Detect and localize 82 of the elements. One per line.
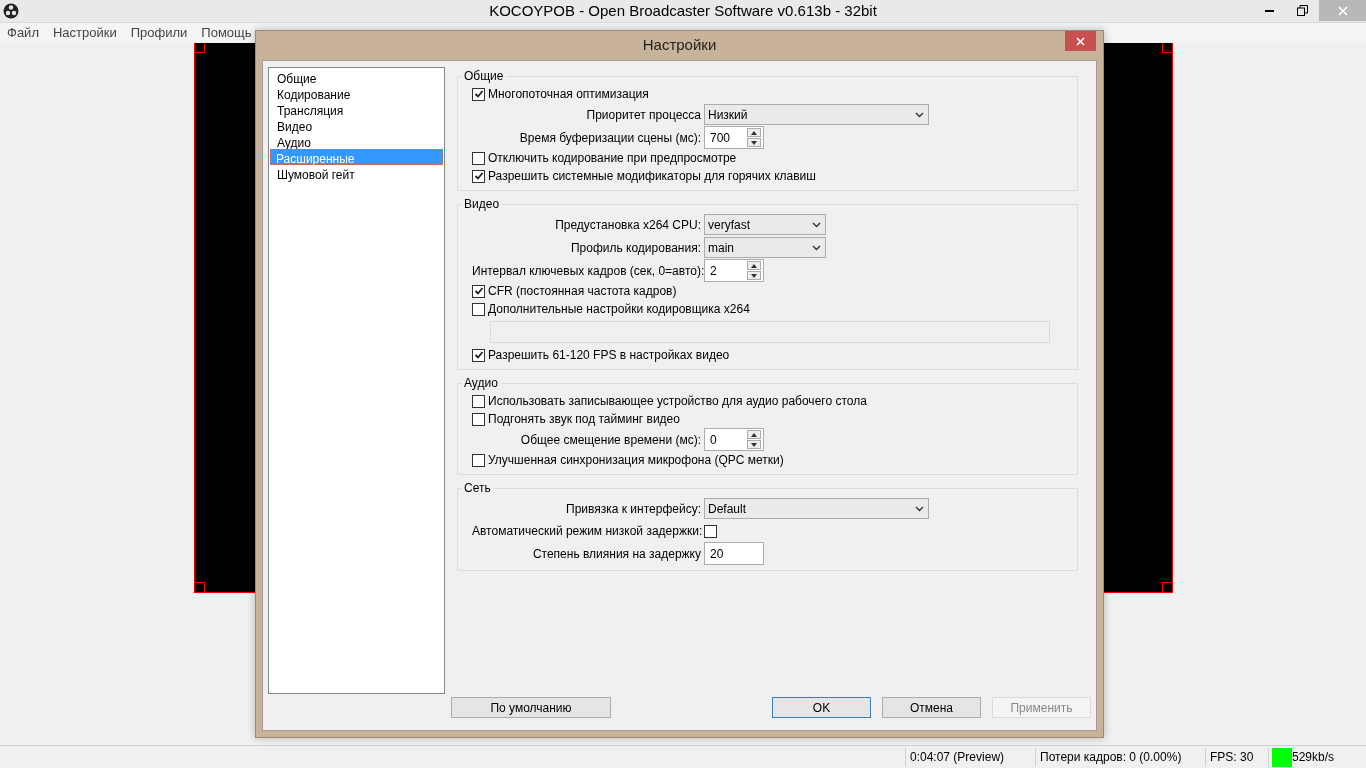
close-icon [1337,5,1348,16]
restore-icon [1297,5,1308,16]
spin-box[interactable]: 700 [704,126,764,149]
field-label: Степень влияния на задержку [531,545,702,563]
field-label: Интервал ключевых кадров (сек, 0=авто): [472,262,704,280]
input-field[interactable]: 20 [704,542,764,565]
checkbox-label: CFR (постоянная частота кадров) [488,283,677,300]
field-label: Автоматический режим низкой задержки: [472,523,704,540]
checkbox[interactable] [472,348,485,362]
checkbox[interactable] [472,151,485,165]
menu-item[interactable]: Помощь [201,22,252,43]
spin-up-button[interactable] [747,261,761,270]
triangle-down-icon [751,273,757,278]
nav-item[interactable]: Трансляция [270,101,443,117]
close-icon [1076,36,1085,46]
status-fps: FPS: 30 [1205,748,1268,766]
field-label: Профиль кодирования: [569,239,702,257]
chevron-down-icon [915,111,924,118]
field-label: Предустановка x264 CPU: [554,216,702,234]
triangle-up-icon [751,432,757,437]
spin-down-button[interactable] [747,271,761,280]
nav-item[interactable]: Кодирование [270,85,443,101]
dialog-title: Настройки [642,35,717,56]
checkbox[interactable] [472,284,485,298]
status-time: 0:04:07 (Preview) [905,748,1035,766]
field-label: Приоритет процесса [585,106,702,124]
menu-item[interactable]: Профили [130,22,188,43]
triangle-down-icon [751,140,757,145]
checkbox-label: Разрешить системные модификаторы для горячих клавиш [488,168,816,185]
status-bitrate: 529kb/s [1292,749,1335,766]
triangle-up-icon [751,130,757,135]
checkbox[interactable] [704,524,717,538]
status-indicator [1272,747,1292,767]
checkbox[interactable] [472,453,485,467]
menu-item[interactable]: Файл [7,22,39,43]
dropdown[interactable]: main [704,237,826,258]
checkbox-label: Улучшенная синхронизация микрофона (QPC метки) [488,452,784,469]
spin-box[interactable]: 2 [704,259,764,282]
checkbox-label: Подгонять звук под тайминг видео [488,411,680,428]
spin-box[interactable]: 0 [704,428,764,451]
nav-item[interactable]: Шумовой гейт [270,165,443,181]
minimize-icon [1265,9,1274,12]
app-logo-icon [3,3,19,19]
checkbox-label: Многопоточная оптимизация [488,86,649,103]
dropdown[interactable]: Низкий [704,104,929,125]
group-title: Общие [463,68,505,85]
group-title: Аудио [463,375,499,392]
checkbox-label: Использовать записывающее устройство для аудио рабочего стола [488,393,867,410]
checkbox-label: Дополнительные настройки кодировщика x264 [488,301,750,318]
nav-item[interactable]: Видео [270,117,443,133]
nav-item[interactable]: Аудио [270,133,443,149]
spin-down-button[interactable] [747,138,761,147]
close-button[interactable] [1065,31,1096,51]
checkbox-label: Отключить кодирование при предпросмотре [488,150,737,167]
field-label: Привязка к интерфейсу: [565,500,702,518]
dialog-button[interactable]: Отмена [882,697,981,718]
checkbox-label: Разрешить 61-120 FPS в настройках видео [488,347,730,364]
checkbox[interactable] [472,302,485,316]
dialog-button[interactable]: OK [772,697,871,718]
menu-item[interactable]: Настройки [52,22,117,43]
chevron-down-icon [915,505,924,512]
checkbox[interactable] [472,87,485,101]
checkbox[interactable] [472,394,485,408]
triangle-up-icon [751,263,757,268]
field-label: Время буферизации сцены (мс): [518,129,702,147]
spin-up-button[interactable] [747,128,761,137]
window-title: KOCOYPOB - Open Broadcaster Software v0.613b - 32bit [489,0,877,21]
dialog-button[interactable]: По умолчанию [451,697,611,718]
checkbox[interactable] [472,169,485,183]
triangle-down-icon [751,442,757,447]
dropdown[interactable]: veryfast [704,214,826,235]
chevron-down-icon [812,244,821,251]
field-label: Общее смещение времени (мс): [519,431,702,449]
status-dropped-frames: Потери кадров: 0 (0.00%) [1035,748,1205,766]
spin-up-button[interactable] [747,430,761,439]
checkbox[interactable] [472,412,485,426]
group-title: Сеть [463,480,492,497]
group-title: Видео [463,196,501,213]
nav-item[interactable]: Общие [270,69,443,85]
chevron-down-icon [812,221,821,228]
spin-down-button[interactable] [747,440,761,449]
dropdown[interactable]: Default [704,498,929,519]
